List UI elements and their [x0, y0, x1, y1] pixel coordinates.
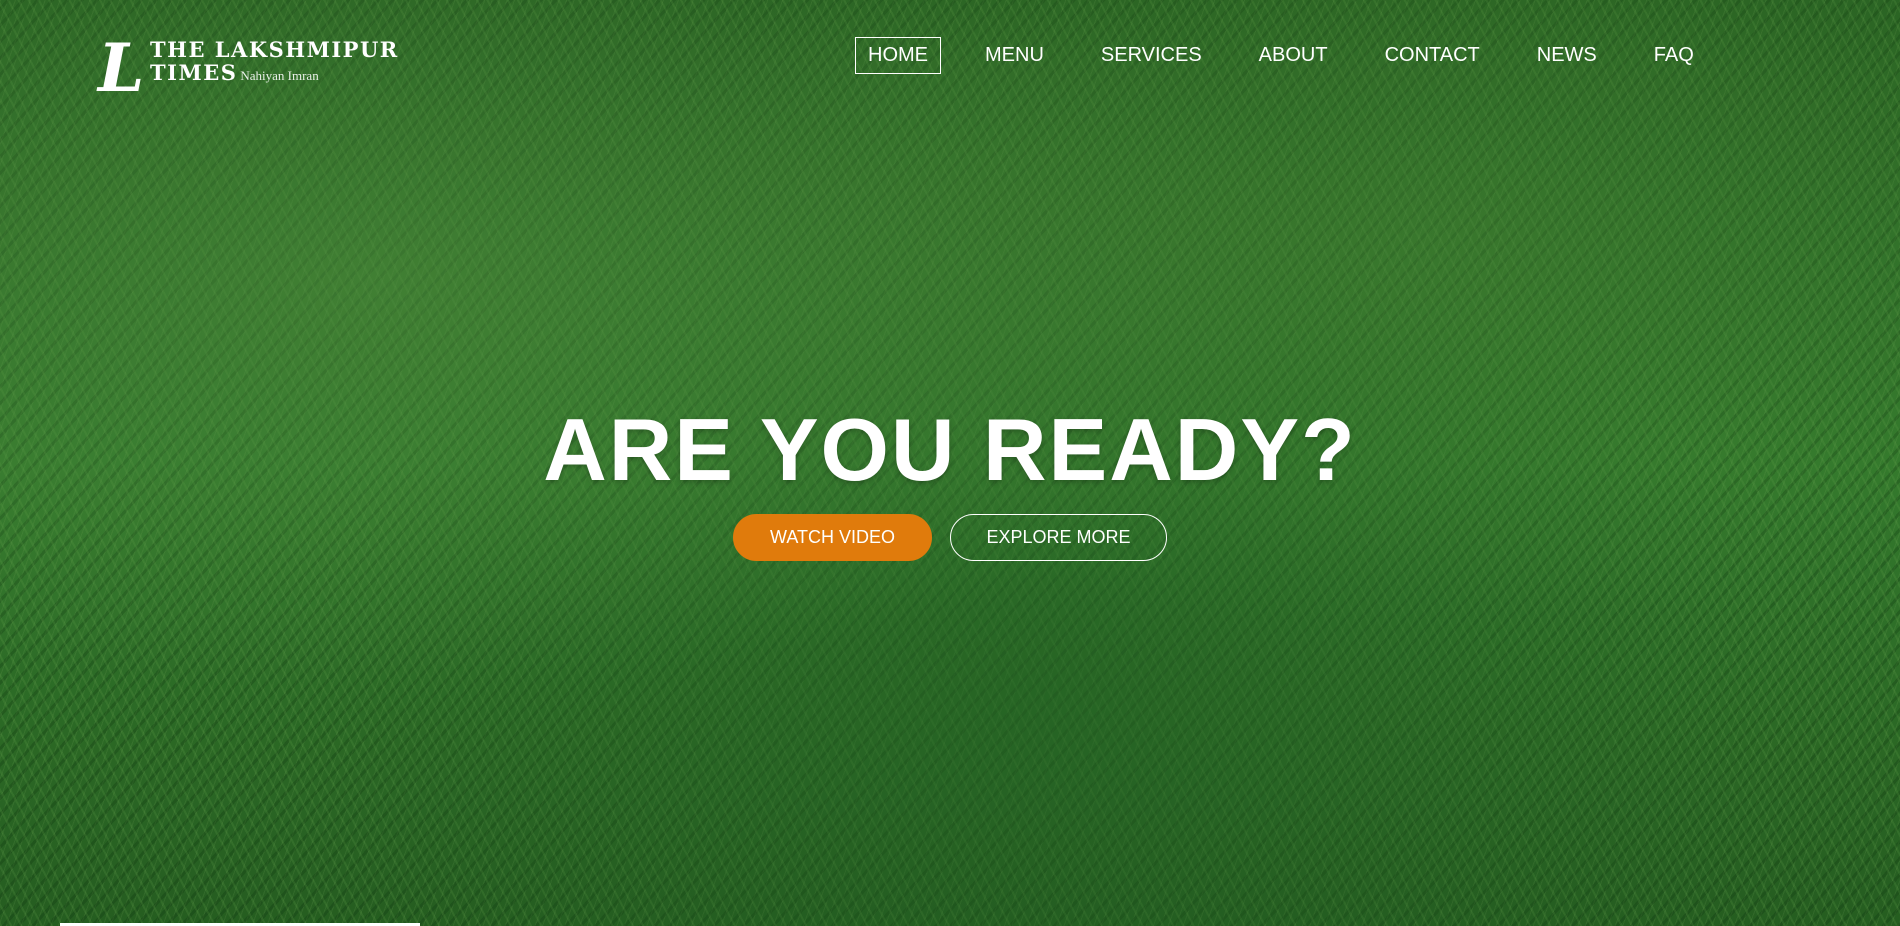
nav-item-about[interactable]: ABOUT — [1246, 37, 1341, 74]
nav-item-contact[interactable]: CONTACT — [1372, 37, 1493, 74]
logo-mark: L — [98, 29, 144, 107]
nav-item-news[interactable]: NEWS — [1524, 37, 1610, 74]
main-nav: HOME MENU SERVICES ABOUT CONTACT NEWS FA… — [855, 37, 1707, 74]
logo-title-line2: TIMES Nahiyan Imran — [150, 62, 399, 87]
site-header: L THE LAKSHMIPUR TIMES Nahiyan Imran HOM… — [0, 0, 1900, 110]
nav-item-services[interactable]: SERVICES — [1088, 37, 1215, 74]
logo-text: THE LAKSHMIPUR TIMES Nahiyan Imran — [150, 38, 399, 87]
logo-author: Nahiyan Imran — [240, 68, 319, 83]
nav-item-home[interactable]: HOME — [855, 37, 941, 74]
site-logo[interactable]: L THE LAKSHMIPUR TIMES Nahiyan Imran — [98, 29, 399, 107]
nav-item-menu[interactable]: MENU — [972, 37, 1057, 74]
logo-title-times: TIMES — [150, 60, 238, 85]
watch-video-button[interactable]: WATCH VIDEO — [733, 514, 932, 561]
logo-title-line1: THE LAKSHMIPUR — [150, 37, 399, 62]
hero-buttons: WATCH VIDEO EXPLORE MORE — [0, 514, 1900, 561]
hero-title: ARE YOU READY? — [543, 400, 1357, 499]
nav-item-faq[interactable]: FAQ — [1641, 37, 1707, 74]
explore-more-button[interactable]: EXPLORE MORE — [950, 514, 1167, 561]
hero-content: ARE YOU READY? WATCH VIDEO EXPLORE MORE — [0, 400, 1900, 561]
